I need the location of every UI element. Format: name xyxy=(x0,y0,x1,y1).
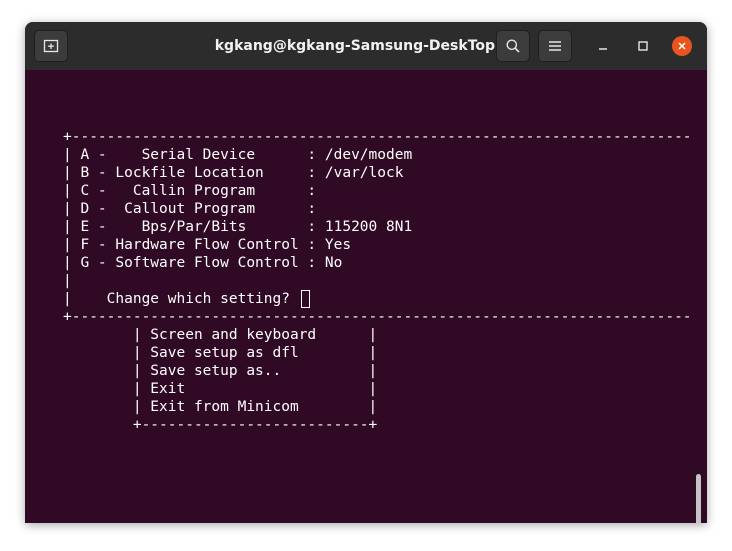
search-button[interactable] xyxy=(496,30,530,62)
terminal-output: +---------------------------------------… xyxy=(63,128,692,434)
terminal-line: +---------------------------------------… xyxy=(63,309,692,325)
terminal-line: | xyxy=(63,273,72,289)
terminal-line: | E - Bps/Par/Bits : 115200 8N1 xyxy=(63,219,413,235)
terminal-line: +--------------------------+ xyxy=(63,417,378,433)
terminal-area[interactable]: +---------------------------------------… xyxy=(25,70,707,523)
search-icon xyxy=(506,39,520,53)
menu-item-save-setup-dfl[interactable]: | Save setup as dfl | xyxy=(63,344,692,362)
minimize-button[interactable] xyxy=(593,36,613,56)
menu-item-exit-minicom[interactable]: | Exit from Minicom | xyxy=(63,398,692,416)
terminal-line: | F - Hardware Flow Control : Yes xyxy=(63,237,352,253)
menu-item-exit[interactable]: | Exit | xyxy=(63,380,692,398)
terminal-line: | D - Callout Program : xyxy=(63,201,317,217)
terminal-window: kgkang@kgkang-Samsung-DeskTop: ~ +------… xyxy=(25,22,707,523)
menu-item-screen-keyboard[interactable]: | Screen and keyboard | xyxy=(63,326,692,344)
menu-button[interactable] xyxy=(538,30,572,62)
minimize-icon xyxy=(599,48,607,50)
terminal-line: | B - Lockfile Location : /var/lock xyxy=(63,165,404,181)
new-tab-icon xyxy=(43,39,59,53)
menu-item-save-setup-as[interactable]: | Save setup as.. | xyxy=(63,362,692,380)
maximize-button[interactable] xyxy=(633,36,653,56)
close-button[interactable] xyxy=(672,36,692,56)
terminal-line: | C - Callin Program : xyxy=(63,183,317,199)
prompt-text: | Change which setting? xyxy=(63,291,299,307)
title-bar[interactable]: kgkang@kgkang-Samsung-DeskTop: ~ xyxy=(25,22,707,70)
maximize-icon xyxy=(638,41,648,51)
text-cursor[interactable] xyxy=(300,290,310,308)
prompt-line: | Change which setting? xyxy=(63,290,692,308)
new-tab-button[interactable] xyxy=(34,30,68,62)
terminal-line: | A - Serial Device : /dev/modem xyxy=(63,147,413,163)
terminal-line: | G - Software Flow Control : No xyxy=(63,255,343,271)
scrollbar[interactable] xyxy=(696,474,701,523)
terminal-line: +---------------------------------------… xyxy=(63,129,692,145)
close-icon xyxy=(678,42,686,50)
hamburger-menu-icon xyxy=(549,41,561,51)
